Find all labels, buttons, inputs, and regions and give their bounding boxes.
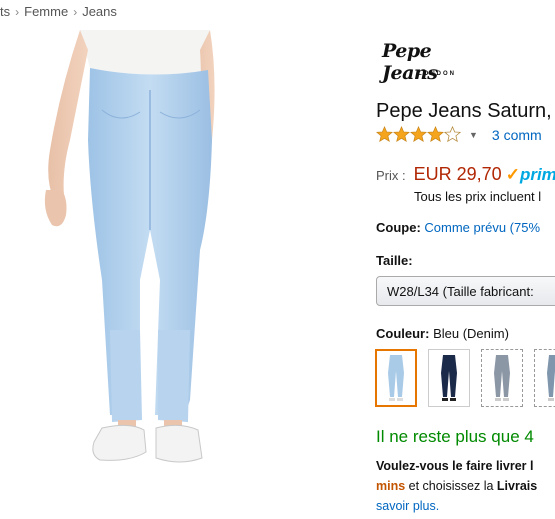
delivery-info: Voulez-vous le faire livrer l mins et ch…	[376, 456, 555, 516]
delivery-line1: Voulez-vous le faire livrer l	[376, 459, 534, 473]
color-info: Couleur: Bleu (Denim)	[376, 326, 509, 341]
product-title: Pepe Jeans Saturn,	[376, 100, 552, 122]
stock-status: Il ne reste plus que 4	[376, 427, 534, 446]
product-main-image[interactable]	[40, 30, 290, 508]
reviews-link[interactable]: 3 comm	[492, 127, 542, 143]
brand-logo-text: Pepe Jeans	[382, 40, 438, 84]
chevron-right-icon: ›	[73, 5, 78, 19]
prime-logo: prim	[519, 165, 555, 184]
price-row: Prix : EUR 29,70 ✓ prim	[376, 164, 555, 185]
jeans-thumbnail-icon	[494, 355, 510, 401]
swatch-grey-denim[interactable]	[481, 349, 523, 407]
delivery-option: Livrais	[496, 479, 538, 493]
jeans-thumbnail-icon	[547, 355, 555, 401]
tax-note: Tous les prix incluent l	[414, 189, 542, 204]
price-label: Prix :	[376, 168, 406, 183]
breadcrumb-item[interactable]: ts	[0, 4, 10, 19]
star-full-icon	[427, 126, 444, 143]
breadcrumb-item-femme[interactable]: Femme	[24, 4, 68, 19]
fit-value-link[interactable]: Comme prévu (75%	[424, 220, 540, 235]
brand-logo[interactable]: Pepe Jeans LONDON	[380, 40, 490, 84]
swatch-light-blue[interactable]	[375, 349, 417, 407]
fit-info: Coupe: Comme prévu (75%	[376, 220, 540, 235]
color-value: Bleu (Denim)	[433, 326, 509, 341]
size-selected-value: W28/L34 (Taille fabricant:	[387, 284, 534, 299]
size-select[interactable]: W28/L34 (Taille fabricant:	[376, 276, 555, 306]
star-full-icon	[376, 126, 393, 143]
breadcrumb-item-jeans[interactable]: Jeans	[82, 4, 117, 19]
fit-label: Coupe:	[376, 220, 421, 235]
chevron-right-icon: ›	[15, 5, 20, 19]
color-swatches	[375, 349, 555, 407]
jeans-thumbnail-icon	[441, 355, 457, 401]
star-full-icon	[410, 126, 427, 143]
swatch-dark-navy[interactable]	[428, 349, 470, 407]
delivery-line2: et choisissez la	[405, 479, 497, 493]
prime-badge[interactable]: ✓ prim	[506, 165, 555, 185]
price-value: EUR 29,70	[413, 164, 502, 184]
brand-logo-sub: LONDON	[418, 71, 456, 77]
breadcrumb: ts › Femme › Jeans	[0, 4, 117, 19]
jeans-thumbnail-icon	[388, 355, 404, 401]
star-rating[interactable]	[376, 126, 461, 143]
delivery-countdown: mins	[376, 479, 406, 493]
color-label: Couleur:	[376, 326, 430, 341]
star-empty-icon	[444, 126, 461, 143]
learn-more-link[interactable]: savoir plus.	[376, 499, 439, 513]
prime-check-icon: ✓	[505, 165, 520, 184]
size-label: Taille:	[376, 253, 413, 268]
chevron-down-icon[interactable]: ▼	[469, 130, 478, 140]
product-rating: ▼ 3 comm	[376, 126, 542, 143]
star-full-icon	[393, 126, 410, 143]
swatch-blue-grey[interactable]	[534, 349, 555, 407]
